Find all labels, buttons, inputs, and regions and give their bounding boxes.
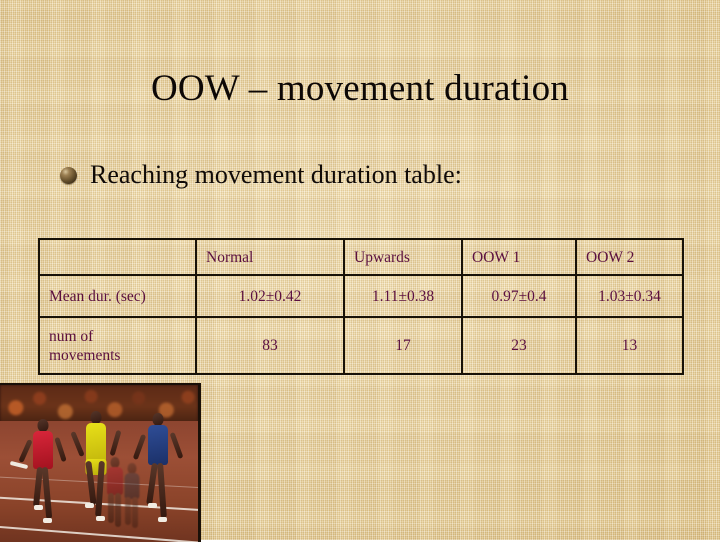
photo-runner-red: [9, 419, 67, 537]
runner-leg: [41, 467, 53, 520]
bullet-item: Reaching movement duration table:: [60, 160, 462, 190]
runner-shoe: [96, 516, 105, 522]
runner-leg: [146, 463, 158, 506]
cell-mean-duration-oow2: 1.03±0.34: [575, 274, 684, 318]
photo-runner-yellow: [70, 411, 122, 537]
cell-mean-duration-normal: 1.02±0.42: [195, 274, 345, 318]
cell-mean-duration-oow1: 0.97±0.4: [461, 274, 577, 318]
photo-runner-blue: [132, 413, 184, 537]
sprinters-photo: [0, 383, 201, 542]
runner-shoe: [148, 503, 157, 509]
row-label-num-of-movements: num of movements: [38, 316, 197, 375]
table-corner-cell: [38, 238, 197, 276]
bullet-item-label: Reaching movement duration table:: [90, 160, 462, 189]
runner-torso: [33, 431, 53, 470]
table-row: Mean dur. (sec) 1.02±0.42 1.11±0.38 0.97…: [38, 274, 684, 318]
column-header-upwards: Upwards: [343, 238, 463, 276]
movement-duration-table: Normal Upwards OOW 1 OOW 2 Mean dur. (se…: [38, 238, 684, 375]
row-label-mean-duration: Mean dur. (sec): [38, 274, 197, 318]
column-header-oow1: OOW 1: [461, 238, 577, 276]
cell-num-movements-upwards: 17: [343, 316, 463, 375]
row-label-line-1: num of: [49, 327, 94, 345]
runner-shoe: [34, 505, 43, 511]
cell-num-movements-normal: 83: [195, 316, 345, 375]
column-header-oow2: OOW 2: [575, 238, 684, 276]
cell-mean-duration-upwards: 1.11±0.38: [343, 274, 463, 318]
row-label-line-2: movements: [49, 346, 121, 364]
page-title: OOW – movement duration: [150, 68, 570, 109]
sphere-bullet-icon: [60, 166, 77, 184]
runner-leg: [157, 463, 167, 519]
cell-num-movements-oow1: 23: [461, 316, 577, 375]
column-header-normal: Normal: [195, 238, 345, 276]
runner-torso: [86, 423, 106, 464]
runner-shoe: [158, 517, 167, 523]
runner-shoe: [85, 503, 94, 509]
runner-leg: [125, 497, 131, 526]
slide-canvas: OOW – movement duration Reaching movemen…: [0, 0, 720, 542]
runner-shoe: [43, 518, 52, 524]
table-row: num of movements 83 17 23 13: [38, 316, 684, 375]
runner-torso: [148, 425, 168, 466]
cell-num-movements-oow2: 13: [575, 316, 684, 375]
table-header-row: Normal Upwards OOW 1 OOW 2: [38, 238, 684, 276]
